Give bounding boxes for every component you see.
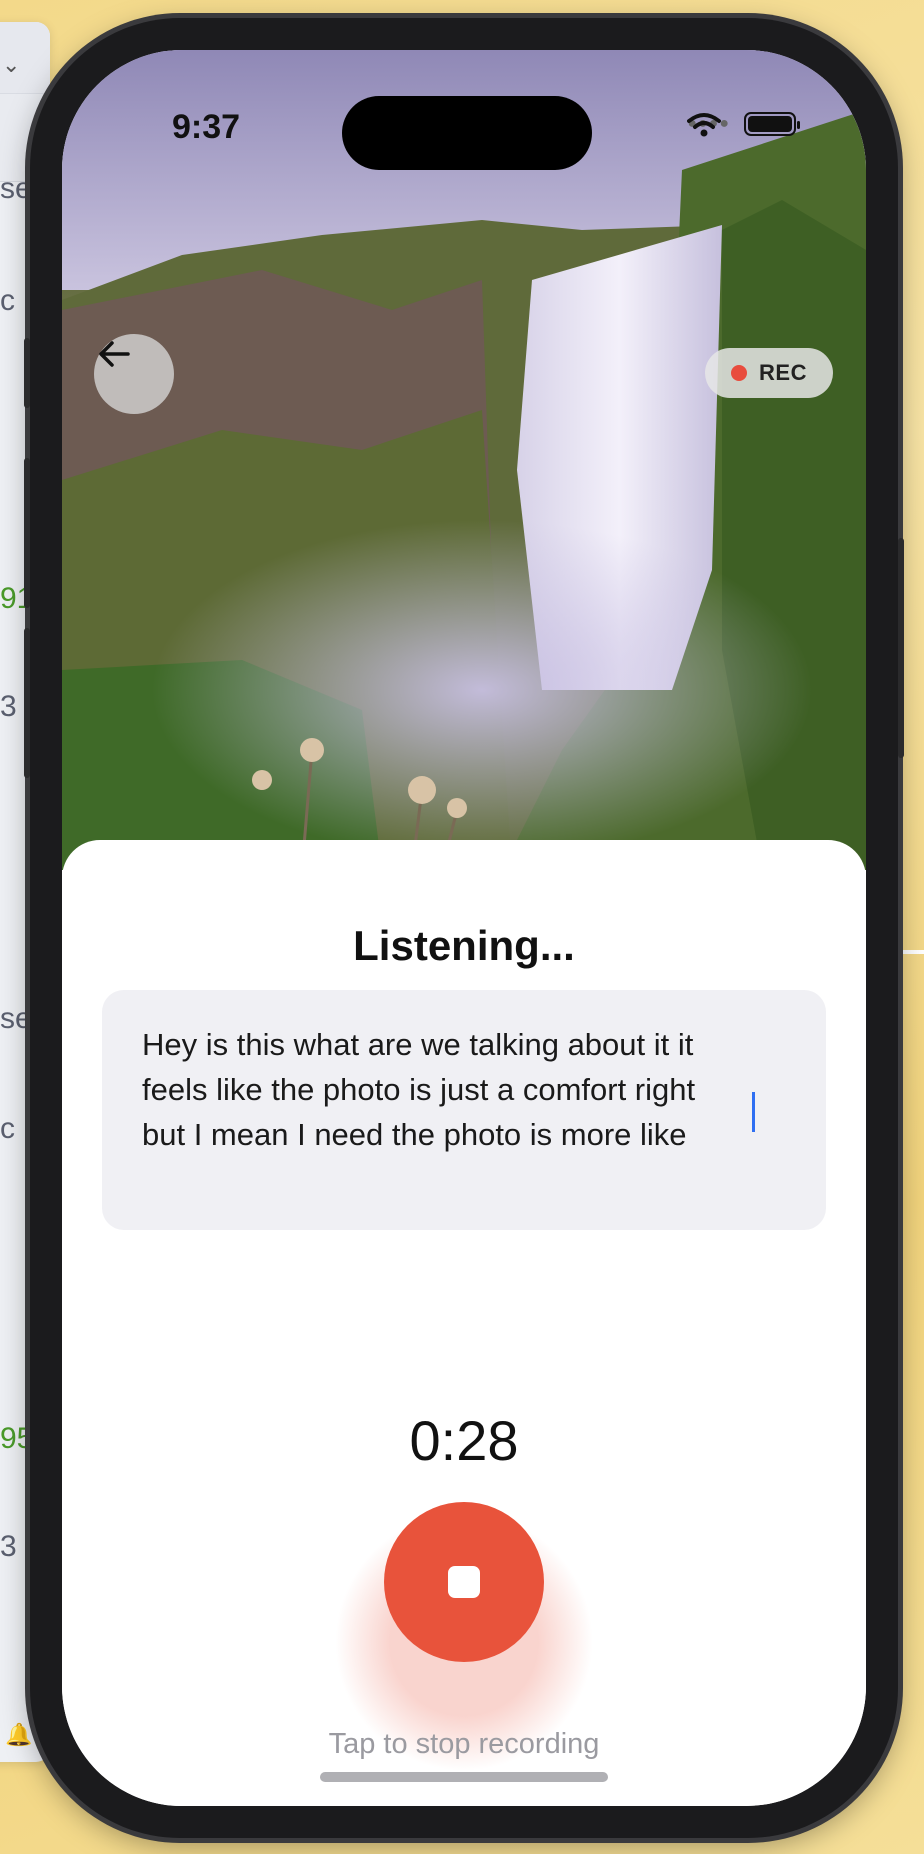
background-text-fragment: c	[0, 284, 15, 317]
phone-screen: 9:37 ●●●● REC Listening... Hey is this w…	[62, 50, 866, 1806]
record-dot-icon	[731, 365, 748, 381]
background-text-fragment: 3	[0, 690, 17, 723]
background-text-fragment: 95	[0, 1422, 34, 1455]
phone-frame: 9:37 ●●●● REC Listening... Hey is this w…	[24, 18, 904, 1838]
side-button	[898, 538, 904, 758]
wifi-icon	[687, 113, 722, 137]
bell-icon: 🔔	[5, 1722, 33, 1747]
stop-recording-button[interactable]	[384, 1502, 544, 1662]
recording-timer: 0:28	[409, 1409, 519, 1472]
text-cursor	[752, 1092, 755, 1132]
side-button	[24, 458, 30, 608]
chevron-down-icon: ⌄	[2, 52, 21, 77]
status-time: 9:37	[172, 108, 241, 146]
waterfall-photo: 9:37 ●●●● REC	[62, 50, 866, 870]
background-window-titlebar: ⌄	[0, 22, 50, 94]
side-button	[24, 628, 30, 778]
transcript-box[interactable]: Hey is this what are we talking about it…	[102, 990, 826, 1230]
rec-badge: REC	[705, 348, 833, 398]
stop-icon	[448, 1566, 480, 1598]
status-icons: ●●●●	[687, 112, 800, 137]
side-button	[24, 338, 30, 408]
dynamic-island	[342, 96, 592, 170]
stop-hint: Tap to stop recording	[328, 1728, 600, 1760]
battery-icon	[744, 112, 800, 136]
home-indicator[interactable]	[320, 1772, 608, 1782]
background-divider	[894, 950, 924, 954]
back-button[interactable]	[94, 334, 174, 414]
sheet-title: Listening...	[353, 922, 575, 969]
rec-label: REC	[759, 360, 807, 385]
waterfall-photo-art	[62, 50, 866, 870]
arrow-left-icon	[99, 341, 130, 367]
background-text-fragment: c	[0, 1112, 15, 1145]
transcript-text: Hey is this what are we talking about it…	[142, 1027, 696, 1152]
